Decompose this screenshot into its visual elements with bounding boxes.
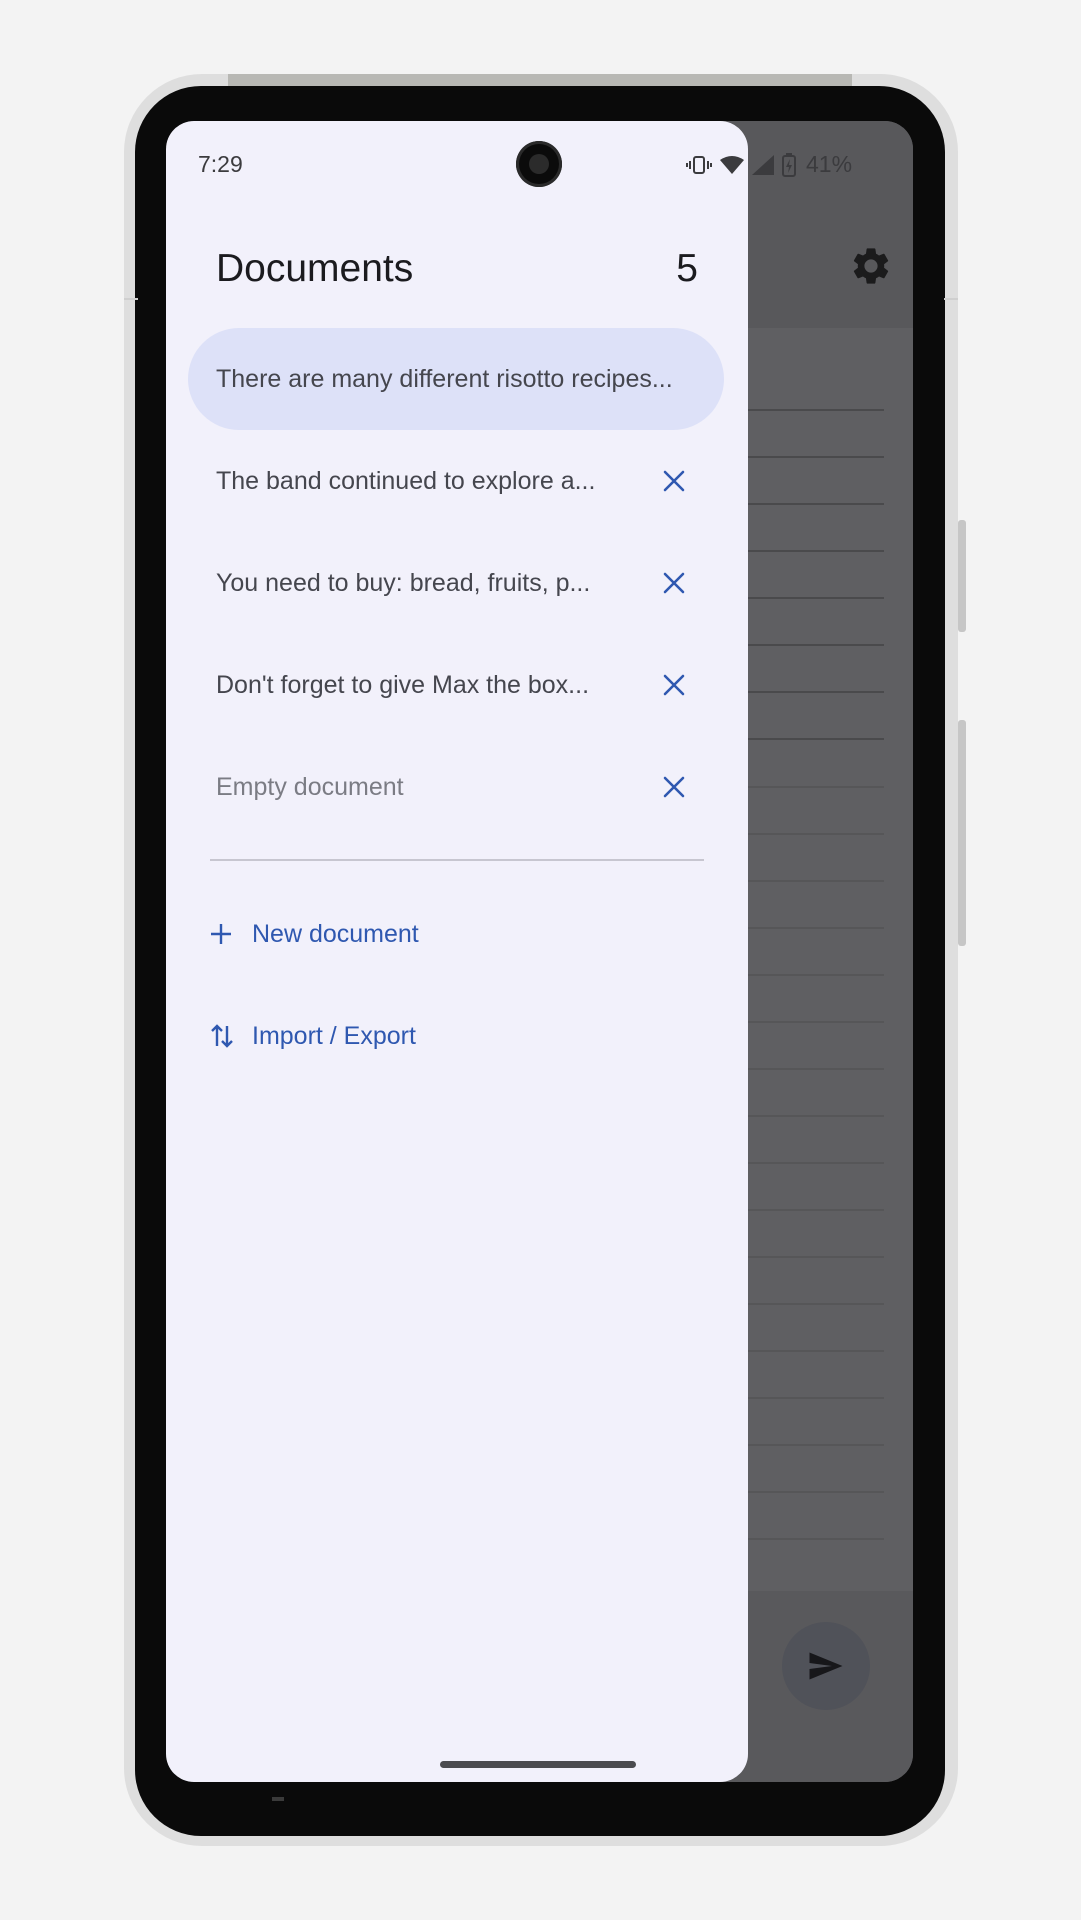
gear-icon[interactable] xyxy=(849,244,893,288)
status-icons: 41% xyxy=(686,151,852,178)
new-document-button[interactable]: New document xyxy=(210,904,419,964)
document-label: Empty document xyxy=(216,772,404,801)
import-export-label: Import / Export xyxy=(252,1021,416,1050)
power-button xyxy=(958,520,966,632)
delete-document-button[interactable] xyxy=(652,663,696,707)
close-icon xyxy=(663,470,685,492)
frame-seam xyxy=(124,298,138,300)
delete-document-button[interactable] xyxy=(652,765,696,809)
send-button[interactable] xyxy=(782,1622,870,1710)
new-document-label: New document xyxy=(252,919,419,948)
close-icon xyxy=(663,674,685,696)
frame-seam xyxy=(944,298,958,300)
document-count: 5 xyxy=(676,247,698,290)
divider xyxy=(210,859,704,861)
document-item-4[interactable]: Don't forget to give Max the box... xyxy=(188,634,724,736)
delete-document-button[interactable] xyxy=(652,459,696,503)
wifi-icon xyxy=(720,155,744,174)
home-indicator[interactable] xyxy=(440,1761,636,1768)
signal-icon xyxy=(752,154,774,175)
document-label: The band continued to explore a... xyxy=(216,466,596,495)
close-icon xyxy=(663,572,685,594)
send-icon xyxy=(809,1652,843,1680)
document-item-2[interactable]: The band continued to explore a... xyxy=(188,430,724,532)
delete-document-button[interactable] xyxy=(652,561,696,605)
import-export-icon xyxy=(210,1023,250,1049)
document-item-5[interactable]: Empty document xyxy=(188,736,724,838)
import-export-button[interactable]: Import / Export xyxy=(210,1006,416,1066)
status-bar: 7:29 xyxy=(166,121,748,201)
vibrate-icon xyxy=(686,155,712,174)
device-bottom-detail xyxy=(272,1797,284,1801)
drawer-title: Documents xyxy=(216,247,414,290)
plus-icon xyxy=(210,923,250,945)
battery-icon xyxy=(782,152,796,177)
document-label: There are many different risotto recipes… xyxy=(216,364,673,393)
close-icon xyxy=(663,776,685,798)
front-camera xyxy=(516,141,562,187)
volume-button xyxy=(958,720,966,946)
documents-drawer: 7:29 Documents 5 There are many differen… xyxy=(166,121,748,1782)
screen: es with based on in a her rice tention. … xyxy=(166,121,913,1782)
document-item-1[interactable]: There are many different risotto recipes… xyxy=(188,328,724,430)
document-label: You need to buy: bread, fruits, p... xyxy=(216,568,591,597)
document-label: Don't forget to give Max the box... xyxy=(216,670,590,699)
document-item-3[interactable]: You need to buy: bread, fruits, p... xyxy=(188,532,724,634)
battery-percentage: 41% xyxy=(806,151,853,177)
status-time: 7:29 xyxy=(198,151,243,177)
